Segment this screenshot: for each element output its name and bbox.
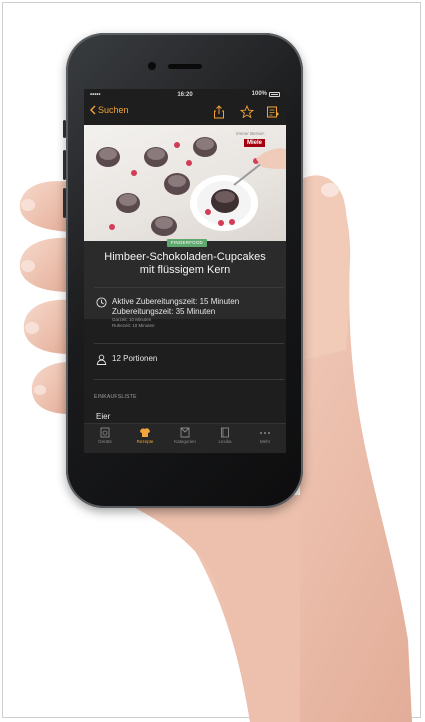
more-dots-icon — [260, 432, 270, 434]
brand-tagline: Immer Besser. — [236, 131, 266, 136]
status-bar: ••••• 16:20 100% — [84, 89, 286, 101]
back-button-label: Suchen — [98, 105, 129, 115]
divider — [94, 287, 284, 288]
total-time: Zubereitungszeit: 35 Minuten — [112, 307, 216, 316]
front-camera — [148, 62, 156, 70]
portions-text: 12 Portionen — [112, 354, 158, 363]
tab-categories[interactable]: Kategorien — [165, 427, 205, 453]
book-icon — [221, 427, 229, 438]
battery-percent: 100% — [251, 91, 267, 97]
mute-switch — [63, 120, 66, 138]
battery-status: 100% — [252, 91, 280, 97]
tab-more[interactable]: Mehr — [245, 427, 285, 453]
person-icon — [96, 354, 107, 365]
time-info-text: Aktive Zubereitungszeit: 15 Minuten Zube… — [112, 297, 239, 329]
volume-up-button — [63, 150, 66, 180]
divider — [94, 343, 284, 344]
clock-icon — [96, 297, 107, 308]
share-icon[interactable] — [212, 105, 226, 119]
time-info-row: Aktive Zubereitungszeit: 15 Minuten Zube… — [96, 297, 286, 337]
chef-hat-icon — [140, 428, 150, 437]
recipe-title-line-2: mit flüssigem Kern — [139, 264, 231, 276]
battery-icon — [269, 91, 280, 97]
category-badge: FINGERFOOD — [167, 239, 207, 247]
back-button[interactable]: Suchen — [90, 105, 129, 115]
tab-recipes-label: Rezepte — [136, 439, 154, 444]
divider — [94, 379, 284, 380]
appliance-icon — [100, 427, 110, 438]
tab-categories-label: Kategorien — [174, 439, 196, 444]
star-icon[interactable] — [240, 105, 254, 119]
shopping-list-icon[interactable] — [266, 105, 280, 119]
earpiece-speaker — [168, 64, 202, 69]
active-time: Aktive Zubereitungszeit: 15 Minuten — [112, 297, 240, 306]
tab-lexicon-label: Lexika — [218, 439, 232, 444]
tab-devices[interactable]: Geräte — [85, 427, 125, 453]
recipe-hero-image: Immer Besser. Miele — [84, 125, 286, 241]
categories-icon — [180, 427, 190, 438]
volume-down-button — [63, 188, 66, 218]
navigation-bar: Suchen — [84, 101, 286, 123]
tab-recipes[interactable]: Rezepte — [125, 427, 165, 453]
shopping-list-item[interactable]: Eier — [96, 412, 110, 421]
portions-row: 12 Portionen — [96, 354, 286, 368]
recipe-title-line-1: Himbeer-Schokoladen-Cupcakes — [104, 251, 266, 263]
brand-logo: Miele — [244, 139, 266, 147]
rest-time: Ruhezeit: 10 Minuten — [112, 323, 155, 328]
tab-devices-label: Geräte — [98, 439, 112, 444]
tab-bar: Geräte Rezepte Kategorien Lexika Mehr — [84, 423, 286, 453]
tab-lexicon[interactable]: Lexika — [205, 427, 245, 453]
shopping-list-title: EINKAUFSLISTE — [94, 394, 137, 400]
chevron-left-icon — [90, 105, 96, 115]
phone-screen: ••••• 16:20 100% Suchen Immer Besser. Mi… — [84, 89, 286, 453]
tab-more-label: Mehr — [259, 439, 271, 444]
recipe-title: Himbeer-Schokoladen-Cupcakes mit flüssig… — [84, 251, 286, 277]
